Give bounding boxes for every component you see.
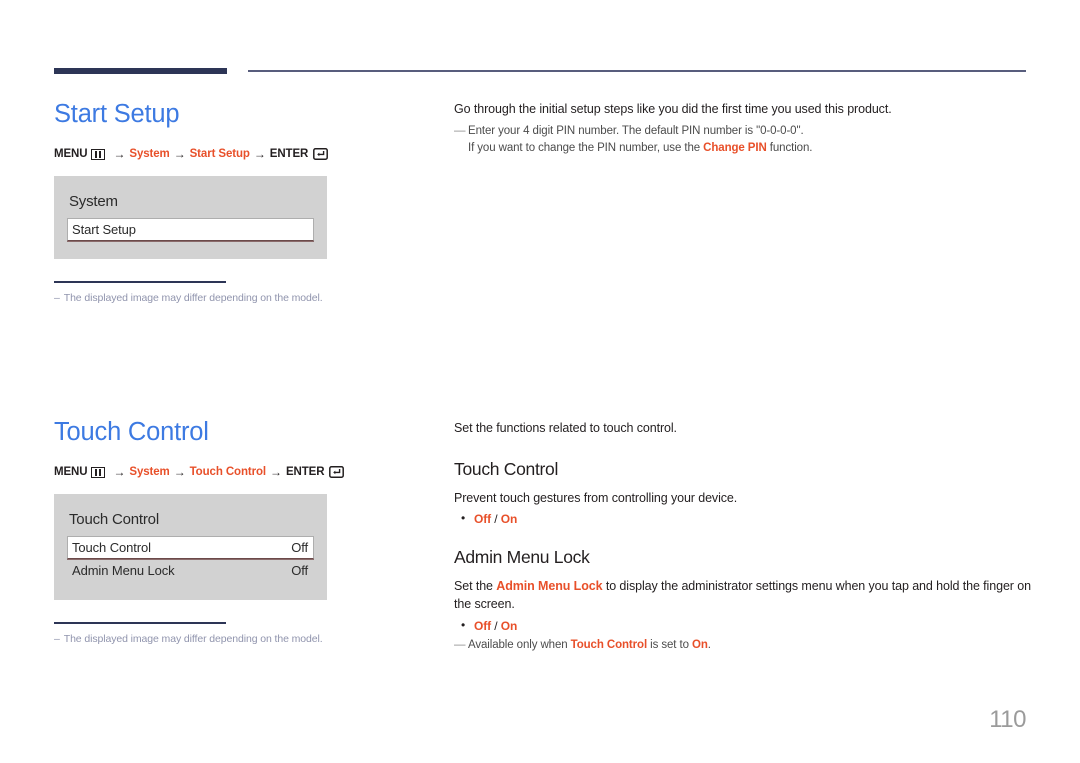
osd-panel-title: Touch Control [69,511,159,529]
option-separator: / [491,618,501,633]
note-line-2-post: function. [766,142,813,155]
menu-path-arrow-3: → [270,465,282,480]
osd-row-label: Start Setup [72,222,136,238]
menu-path-enter-label: ENTER [285,466,325,479]
touch-control-intro: Set the functions related to touch contr… [454,421,677,435]
footnote-text: The displayed image may differ depending… [63,291,323,304]
touch-control-options: Off / On [454,511,1034,527]
menu-path-label: MENU [54,148,88,161]
menu-path-step-system: System [129,148,170,161]
section-start-setup-right: Go through the initial setup steps like … [454,100,1034,158]
menu-path-step-start-setup: Start Setup [189,148,250,161]
subheading-touch-control: Touch Control [454,459,559,480]
enter-return-icon [329,466,345,478]
osd-row-admin-menu-lock[interactable]: Admin Menu Lock Off [67,559,314,582]
start-setup-intro: Go through the initial setup steps like … [454,102,892,116]
note-accent-touch-control: Touch Control [570,638,648,651]
menu-path-arrow-2: → [173,147,186,162]
footnote-text: The displayed image may differ depending… [63,632,323,645]
header-rule-thick [54,68,227,74]
osd-panel-title: System [69,193,118,211]
menu-path-arrow-3: → [253,147,266,162]
section-start-setup-left: Start Setup MENU → System → Start Setup … [54,100,434,304]
osd-panel-touch-control: Touch Control Touch Control Off Admin Me… [54,494,327,601]
option-on[interactable]: On [501,512,518,526]
section-touch-control-right: Set the functions related to touch contr… [454,419,1034,654]
osd-row-start-setup[interactable]: Start Setup [67,218,314,242]
option-off[interactable]: Off [474,619,491,633]
section-touch-control-left: Touch Control MENU → System → Touch Cont… [54,418,434,645]
admin-desc-accent: Admin Menu Lock [496,579,603,594]
note-accent-on: On [691,638,708,651]
osd-row-touch-control[interactable]: Touch Control Off [67,536,314,560]
admin-menu-lock-desc: Set the Admin Menu Lock to display the a… [454,577,1034,613]
start-setup-note: — Enter your 4 digit PIN number. The def… [454,123,1034,158]
note-tick-icon: — [454,125,466,138]
note-line-1: Enter your 4 digit PIN number. The defau… [468,125,804,138]
footnote-rule-start-setup [54,281,226,283]
admin-menu-lock-options: Off / On [454,618,1034,633]
osd-row-value: Off [291,540,308,556]
note-mid: is set to [647,638,692,651]
option-separator: / [491,512,501,527]
osd-row-label: Admin Menu Lock [72,563,175,579]
menu-path-label: MENU [54,466,88,479]
page-title-touch-control: Touch Control [54,418,209,446]
footnote-start-setup: – The displayed image may differ dependin… [54,292,434,304]
footnote-touch-control: – The displayed image may differ dependin… [54,633,434,645]
touch-control-desc: Prevent touch gestures from controlling … [454,491,738,506]
menu-path-arrow-1: → [113,465,126,480]
menu-path-touch-control: MENU → System → Touch Control → ENTER [54,465,434,479]
page-title-start-setup: Start Setup [54,100,180,128]
menu-path-enter-label: ENTER [269,148,309,161]
footnote-rule-touch-control [54,622,226,624]
option-on[interactable]: On [501,619,518,633]
menu-grid-icon [91,148,106,160]
subheading-admin-menu-lock: Admin Menu Lock [454,547,590,568]
option-off[interactable]: Off [474,512,491,526]
enter-return-icon [313,148,329,160]
page-number: 110 [989,706,1026,733]
osd-panel-system: System Start Setup [54,176,327,260]
note-tick-icon: — [454,638,466,651]
menu-path-start-setup: MENU → System → Start Setup → ENTER [54,147,434,161]
note-line-2-pre: If you want to change the PIN number, us… [468,142,704,155]
header-rule-thin [248,70,1026,72]
admin-menu-lock-note: — Available only when Touch Control is se… [454,637,1034,654]
menu-grid-icon [91,466,106,478]
menu-path-arrow-2: → [173,465,186,480]
osd-row-value: Off [291,563,308,579]
menu-path-step-touch-control: Touch Control [189,466,267,479]
footnote-dash: – [54,291,60,304]
note-accent-change-pin: Change PIN [703,142,767,155]
note-pre: Available only when [468,638,571,651]
menu-path-step-system: System [129,466,170,479]
admin-desc-pre: Set the [454,579,497,594]
osd-row-label: Touch Control [72,540,151,556]
note-post: . [707,638,711,651]
footnote-dash: – [54,632,60,645]
menu-path-arrow-1: → [113,147,126,162]
